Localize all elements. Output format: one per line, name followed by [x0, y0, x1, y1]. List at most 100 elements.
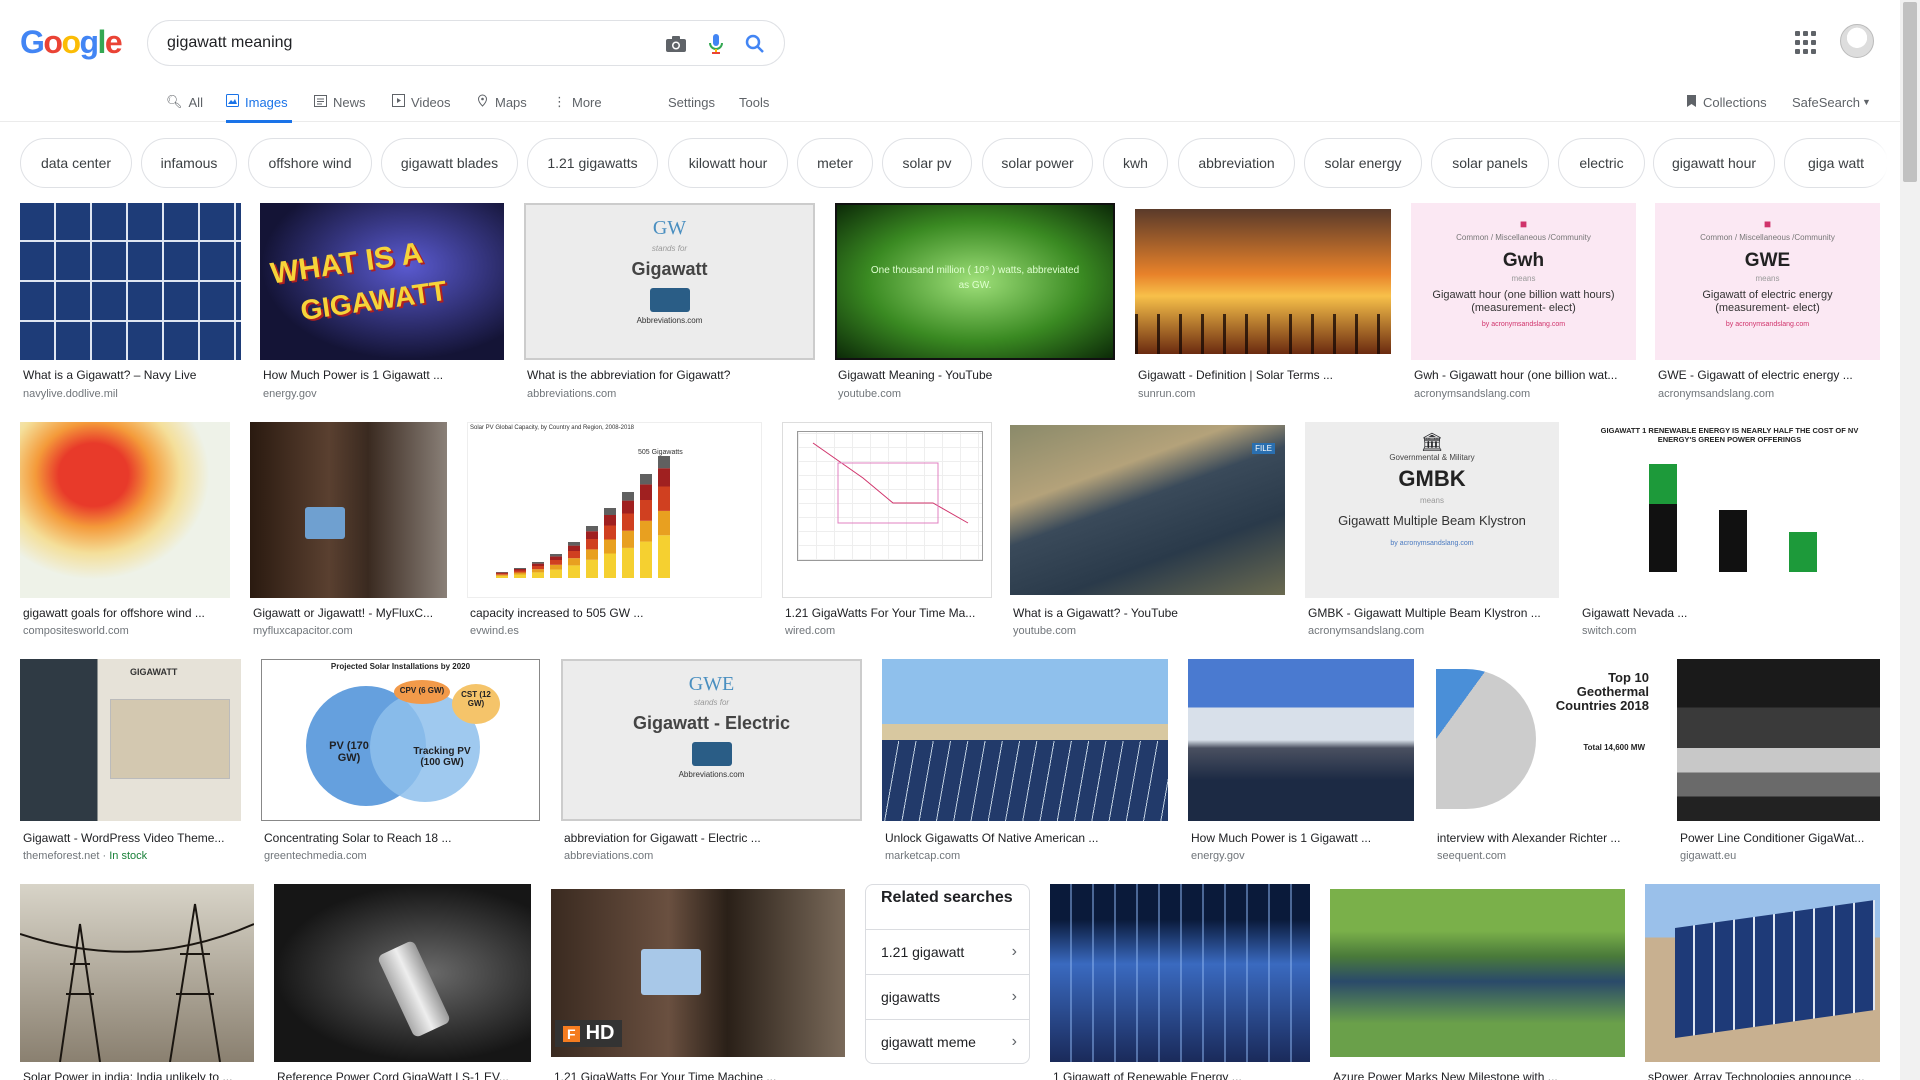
result-caption[interactable]: Concentrating Solar to Reach 18 ...: [264, 831, 537, 845]
related-search-item[interactable]: gigawatts ›: [866, 974, 1029, 1018]
result-thumbnail[interactable]: ■ Common / Miscellaneous /Community Gwh …: [1411, 203, 1636, 360]
result-caption[interactable]: interview with Alexander Richter ...: [1437, 831, 1654, 845]
result-thumbnail[interactable]: [1645, 884, 1880, 1062]
google-logo[interactable]: Google: [20, 24, 123, 61]
tab-all[interactable]: 🔍︎ All: [166, 82, 203, 122]
result-caption[interactable]: Solar Power in india: India unlikely to …: [23, 1070, 251, 1080]
result-thumbnail[interactable]: [250, 422, 447, 598]
result-thumbnail[interactable]: [274, 884, 531, 1062]
chip[interactable]: 1.21 gigawatts: [527, 138, 658, 188]
apps-grid-icon[interactable]: [1795, 31, 1819, 55]
result-thumbnail[interactable]: GW stands for Gigawatt Abbreviations.com: [524, 203, 815, 360]
result-caption[interactable]: GWE - Gigawatt of electric energy ...: [1658, 368, 1877, 382]
tab-more[interactable]: ⋮ More: [553, 82, 602, 122]
account-avatar[interactable]: [1840, 24, 1874, 58]
result-caption[interactable]: Gwh - Gigawatt hour (one billion wat...: [1414, 368, 1633, 382]
search-input[interactable]: [167, 34, 637, 52]
result-caption[interactable]: Unlock Gigawatts Of Native American ...: [885, 831, 1165, 845]
result-thumbnail[interactable]: [1135, 209, 1391, 354]
result-thumbnail[interactable]: WHAT IS A GIGAWATT: [260, 203, 504, 360]
safesearch-toggle[interactable]: SafeSearch ▼: [1792, 82, 1871, 122]
result-caption[interactable]: Power Line Conditioner GigaWat...: [1680, 831, 1877, 845]
microphone-icon[interactable]: [704, 32, 728, 56]
result-caption[interactable]: gigawatt goals for offshore wind ...: [23, 606, 227, 620]
chip[interactable]: solar pv: [882, 138, 972, 188]
result-thumbnail[interactable]: ■ Common / Miscellaneous /Community GWE …: [1655, 203, 1880, 360]
result-thumbnail[interactable]: GWE stands for Gigawatt - Electric Abbre…: [561, 659, 862, 821]
chip[interactable]: offshore wind: [248, 138, 372, 188]
result-caption[interactable]: Reference Power Cord GigaWatt LS-1 EV...: [277, 1070, 528, 1080]
collections-link[interactable]: Collections: [1686, 82, 1767, 122]
thumb-bar: [640, 520, 652, 542]
result-caption[interactable]: Gigawatt - WordPress Video Theme...: [23, 831, 238, 845]
result-caption[interactable]: Gigawatt or Jigawatt! - MyFluxC...: [253, 606, 444, 620]
result-thumbnail[interactable]: [1677, 659, 1880, 821]
chip[interactable]: electric: [1558, 138, 1645, 188]
result-caption[interactable]: sPower, Array Technologies announce ...: [1648, 1070, 1877, 1080]
result-thumbnail[interactable]: [1050, 884, 1310, 1062]
result-thumbnail[interactable]: Solar PV Global Capacity, by Country and…: [467, 422, 762, 598]
tab-maps[interactable]: Maps: [476, 82, 527, 122]
tab-images[interactable]: Images: [226, 82, 292, 123]
thumb-bar: [496, 573, 508, 575]
result-thumbnail[interactable]: [20, 884, 254, 1062]
chip[interactable]: abbreviation: [1178, 138, 1295, 188]
result-thumbnail[interactable]: GIGAWATT 1 RENEWABLE ENERGY IS NEARLY HA…: [1579, 422, 1880, 598]
thumb-text: GW: [652, 217, 687, 239]
result-caption[interactable]: Gigawatt Meaning - YouTube: [838, 368, 1112, 382]
chip[interactable]: solar panels: [1431, 138, 1549, 188]
result-thumbnail[interactable]: 🏛︎ Governmental & Military GMBK means Gi…: [1305, 422, 1559, 598]
chip[interactable]: gigawatt blades: [381, 138, 518, 188]
tab-videos[interactable]: Videos: [392, 82, 451, 122]
chip[interactable]: gigawatt hour: [1653, 138, 1775, 188]
tab-news[interactable]: News: [314, 82, 366, 122]
result-caption[interactable]: How Much Power is 1 Gigawatt ...: [1191, 831, 1411, 845]
result-caption[interactable]: capacity increased to 505 GW ...: [470, 606, 759, 620]
thumb-bar: [496, 572, 508, 573]
result-caption[interactable]: Gigawatt Nevada ...: [1582, 606, 1877, 620]
book-icon: ■: [1763, 217, 1772, 231]
result-caption[interactable]: GMBK - Gigawatt Multiple Beam Klystron .…: [1308, 606, 1556, 620]
chip[interactable]: solar energy: [1304, 138, 1422, 188]
related-search-item[interactable]: 1.21 gigawatt ›: [866, 929, 1029, 973]
chip[interactable]: kilowatt hour: [668, 138, 788, 188]
result-caption[interactable]: Gigawatt - Definition | Solar Terms ...: [1138, 368, 1388, 382]
result-thumbnail[interactable]: [20, 203, 241, 360]
result-caption[interactable]: How Much Power is 1 Gigawatt ...: [263, 368, 501, 382]
result-caption[interactable]: What is the abbreviation for Gigawatt?: [527, 368, 812, 382]
scrollbar-thumb[interactable]: [1903, 2, 1917, 182]
related-search-item[interactable]: gigawatt meme ›: [866, 1019, 1029, 1063]
result-thumbnail[interactable]: Top 10 Geothermal Countries 2018 Total 1…: [1434, 659, 1657, 821]
chip[interactable]: kwh: [1103, 138, 1168, 188]
thumb-text: by acronymsandslang.com: [1481, 321, 1566, 328]
result-thumbnail[interactable]: One thousand million ( 10⁹ ) watts, abbr…: [835, 203, 1115, 360]
search-box[interactable]: [147, 20, 785, 66]
result-caption[interactable]: 1.21 GigaWatts For Your Time Ma...: [785, 606, 989, 620]
book-icon: ■: [1519, 217, 1528, 231]
result-thumbnail[interactable]: FILE: [1010, 425, 1285, 595]
result-thumbnail[interactable]: [20, 422, 230, 598]
more-vert-icon: ⋮: [553, 94, 566, 109]
chip[interactable]: data center: [20, 138, 132, 188]
result-thumbnail[interactable]: GIGAWATT: [20, 659, 241, 821]
camera-icon[interactable]: [664, 32, 688, 56]
result-thumbnail[interactable]: [882, 659, 1168, 821]
result-thumbnail[interactable]: [782, 422, 992, 598]
settings-link[interactable]: Settings: [668, 82, 715, 122]
result-caption[interactable]: 1 Gigawatt of Renewable Energy ...: [1053, 1070, 1307, 1080]
chip[interactable]: infamous: [141, 138, 237, 188]
result-caption[interactable]: 1.21 GigaWatts For Your Time Machine ...: [554, 1070, 842, 1080]
result-thumbnail[interactable]: F HD: [551, 889, 845, 1057]
chip[interactable]: solar power: [982, 138, 1093, 188]
result-thumbnail[interactable]: Projected Solar Installations by 2020 PV…: [261, 659, 540, 821]
result-caption[interactable]: abbreviation for Gigawatt - Electric ...: [564, 831, 859, 845]
related-chips: data center infamous offshore wind gigaw…: [0, 138, 1900, 188]
result-caption[interactable]: What is a Gigawatt? – Navy Live: [23, 368, 238, 382]
chip[interactable]: meter: [797, 138, 873, 188]
search-icon[interactable]: [743, 32, 767, 56]
result-caption[interactable]: Azure Power Marks New Milestone with ...: [1333, 1070, 1622, 1080]
result-thumbnail[interactable]: [1188, 659, 1414, 821]
result-thumbnail[interactable]: [1330, 889, 1625, 1057]
tools-link[interactable]: Tools: [739, 82, 769, 122]
result-caption[interactable]: What is a Gigawatt? - YouTube: [1013, 606, 1282, 620]
